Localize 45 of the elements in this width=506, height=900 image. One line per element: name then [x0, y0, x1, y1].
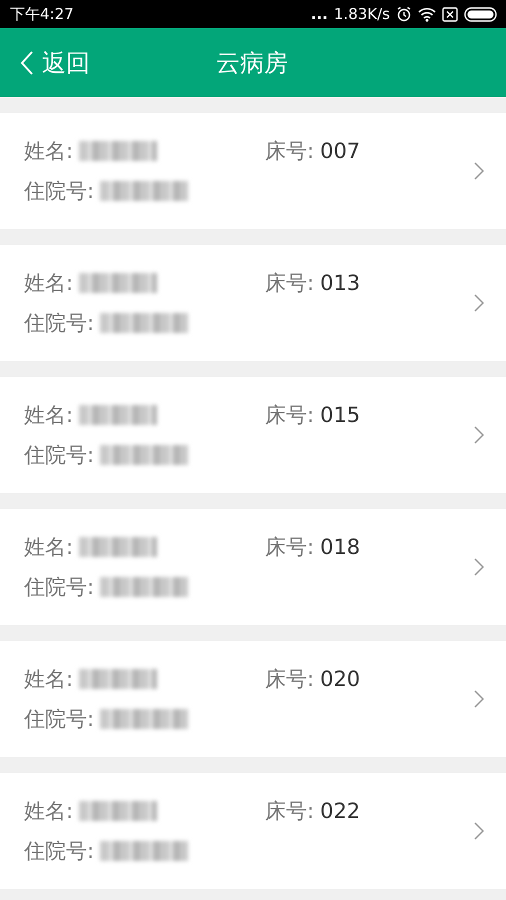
bed-number: 015: [320, 403, 360, 427]
patient-card[interactable]: 姓名: 床号: 015 住院号:: [0, 377, 506, 493]
chevron-right-icon: [474, 822, 484, 840]
admission-label: 住院号:: [24, 310, 94, 337]
name-label: 姓名:: [24, 534, 74, 561]
bed-label: 床号:: [265, 798, 314, 825]
status-time: 下午4:27: [10, 4, 74, 24]
bed-number: 018: [320, 535, 360, 559]
bed-number: 007: [320, 139, 360, 163]
name-label: 姓名:: [24, 402, 74, 429]
bed-number: 020: [320, 667, 360, 691]
patient-card[interactable]: 姓名: 床号: 013 住院号:: [0, 245, 506, 361]
bed-label: 床号:: [265, 666, 314, 693]
patient-card[interactable]: 姓名: 床号: 018 住院号:: [0, 509, 506, 625]
chevron-right-icon: [474, 558, 484, 576]
network-speed: 1.83K/s: [334, 5, 390, 23]
bed-label: 床号:: [265, 402, 314, 429]
admission-label: 住院号:: [24, 574, 94, 601]
page-title: 云病房: [216, 48, 288, 78]
admission-label: 住院号:: [24, 838, 94, 865]
chevron-right-icon: [474, 162, 484, 180]
bed-label: 床号:: [265, 138, 314, 165]
bed-number: 013: [320, 271, 360, 295]
chevron-left-icon: [20, 50, 34, 76]
bed-number: 022: [320, 799, 360, 823]
name-label: 姓名:: [24, 666, 74, 693]
patient-card[interactable]: 姓名: 床号: 020 住院号:: [0, 641, 506, 757]
chevron-right-icon: [474, 690, 484, 708]
patient-card[interactable]: 姓名: 床号: 007 住院号:: [0, 113, 506, 229]
name-label: 姓名:: [24, 138, 74, 165]
admission-label: 住院号:: [24, 442, 94, 469]
chevron-right-icon: [474, 294, 484, 312]
bed-label: 床号:: [265, 534, 314, 561]
alarm-icon: [396, 6, 412, 22]
sim-icon: [442, 6, 458, 22]
name-label: 姓名:: [24, 798, 74, 825]
bed-label: 床号:: [265, 270, 314, 297]
wifi-icon: [418, 6, 436, 22]
admission-label: 住院号:: [24, 178, 94, 205]
more-dots: ...: [310, 5, 328, 23]
name-label: 姓名:: [24, 270, 74, 297]
patient-card[interactable]: 姓名: 床号: 022 住院号:: [0, 773, 506, 889]
chevron-right-icon: [474, 426, 484, 444]
battery-icon: [464, 6, 498, 22]
admission-label: 住院号:: [24, 706, 94, 733]
